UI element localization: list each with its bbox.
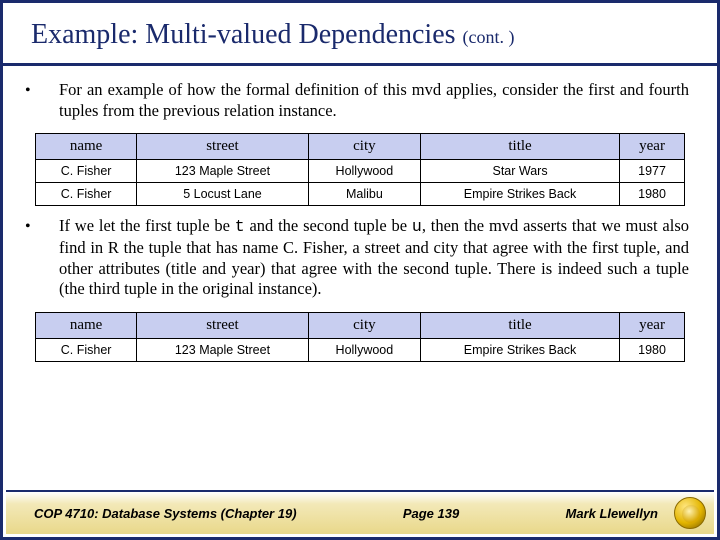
cell: 123 Maple Street <box>137 160 309 183</box>
footer: COP 4710: Database Systems (Chapter 19) … <box>6 490 714 534</box>
b2-pre: If we let the first tuple be <box>59 216 235 235</box>
cell: Star Wars <box>420 160 619 183</box>
table-row: C. Fisher 5 Locust Lane Malibu Empire St… <box>36 183 685 206</box>
cell: 5 Locust Lane <box>137 183 309 206</box>
col-year: year <box>620 312 685 338</box>
col-title: title <box>420 312 619 338</box>
title-bar: Example: Multi-valued Dependencies (cont… <box>3 3 717 66</box>
cell: Malibu <box>308 183 420 206</box>
table-2: name street city title year C. Fisher 12… <box>35 312 685 362</box>
bullet-1-text: For an example of how the formal definit… <box>59 80 695 121</box>
cell: 1977 <box>620 160 685 183</box>
cell: C. Fisher <box>36 160 137 183</box>
col-street: street <box>137 134 309 160</box>
cell: C. Fisher <box>36 183 137 206</box>
b2-var-u: u <box>412 217 422 236</box>
col-street: street <box>137 312 309 338</box>
b2-mid1: and the second tuple be <box>245 216 412 235</box>
content-area: • For an example of how the formal defin… <box>3 66 717 537</box>
cell: C. Fisher <box>36 338 137 361</box>
cell: 1980 <box>620 183 685 206</box>
title-main: Example: Multi-valued Dependencies <box>31 19 463 50</box>
ucf-logo-icon <box>674 497 706 529</box>
table-header-row: name street city title year <box>36 312 685 338</box>
col-year: year <box>620 134 685 160</box>
col-city: city <box>308 134 420 160</box>
cell: Empire Strikes Back <box>420 183 619 206</box>
cell: 1980 <box>620 338 685 361</box>
bullet-2: • If we let the first tuple be t and the… <box>25 216 695 300</box>
cell: Hollywood <box>308 160 420 183</box>
table-row: C. Fisher 123 Maple Street Hollywood Emp… <box>36 338 685 361</box>
b2-var-t: t <box>235 217 245 236</box>
table-header-row: name street city title year <box>36 134 685 160</box>
col-city: city <box>308 312 420 338</box>
table-1: name street city title year C. Fisher 12… <box>35 133 685 206</box>
footer-left: COP 4710: Database Systems (Chapter 19) <box>16 506 297 521</box>
col-title: title <box>420 134 619 160</box>
col-name: name <box>36 312 137 338</box>
bullet-2-text: If we let the first tuple be t and the s… <box>59 216 695 300</box>
slide-title: Example: Multi-valued Dependencies (cont… <box>31 19 689 51</box>
bullet-1: • For an example of how the formal defin… <box>25 80 695 121</box>
slide: Example: Multi-valued Dependencies (cont… <box>0 0 720 540</box>
bullet-marker: • <box>25 216 59 300</box>
cell: Hollywood <box>308 338 420 361</box>
cell: 123 Maple Street <box>137 338 309 361</box>
title-cont: (cont. ) <box>463 27 515 47</box>
cell: Empire Strikes Back <box>420 338 619 361</box>
col-name: name <box>36 134 137 160</box>
bullet-marker: • <box>25 80 59 121</box>
footer-center: Page 139 <box>297 506 566 521</box>
table-row: C. Fisher 123 Maple Street Hollywood Sta… <box>36 160 685 183</box>
